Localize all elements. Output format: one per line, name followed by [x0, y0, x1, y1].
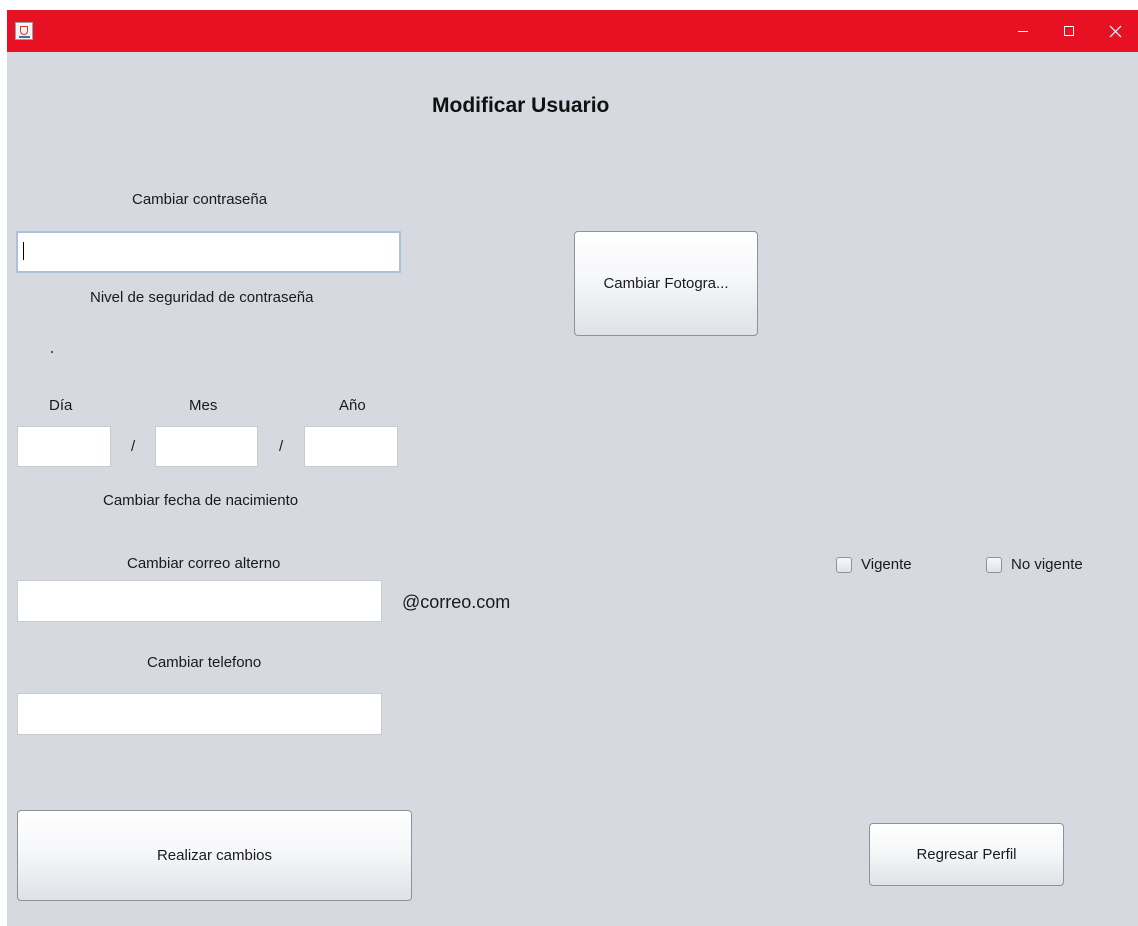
password-field[interactable] — [16, 231, 401, 273]
vigente-label[interactable]: Vigente — [861, 556, 912, 573]
java-app-icon — [15, 22, 33, 40]
email-field[interactable] — [17, 580, 382, 622]
minimize-icon — [1017, 25, 1029, 37]
phone-field[interactable] — [17, 693, 382, 735]
security-level-label: Nivel de seguridad de contraseña — [90, 289, 314, 306]
security-level-value — [51, 351, 53, 353]
no-vigente-label[interactable]: No vigente — [1011, 556, 1083, 573]
email-label: Cambiar correo alterno — [127, 555, 281, 572]
title-bar[interactable] — [7, 10, 1138, 52]
date-separator: / — [131, 438, 136, 455]
year-label: Año — [339, 397, 366, 414]
vigente-checkbox[interactable] — [836, 557, 852, 573]
password-label: Cambiar contraseña — [132, 191, 268, 208]
minimize-button[interactable] — [1000, 10, 1046, 52]
maximize-icon — [1063, 25, 1075, 37]
month-field[interactable] — [155, 426, 258, 467]
day-field[interactable] — [17, 426, 111, 467]
email-domain-suffix: @correo.com — [402, 592, 511, 612]
text-caret — [23, 242, 24, 260]
apply-changes-button[interactable]: Realizar cambios — [17, 810, 412, 901]
month-label: Mes — [189, 397, 218, 414]
change-photo-button[interactable]: Cambiar Fotogra... — [574, 231, 758, 336]
page-title: Modificar Usuario — [432, 94, 610, 117]
date-separator: / — [279, 438, 284, 455]
year-field[interactable] — [304, 426, 398, 467]
day-label: Día — [49, 397, 73, 414]
modify-user-window: Modificar Usuario Cambiar contraseña Niv… — [7, 10, 1138, 926]
maximize-button[interactable] — [1046, 10, 1092, 52]
phone-label: Cambiar telefono — [147, 654, 262, 671]
no-vigente-checkbox[interactable] — [986, 557, 1002, 573]
back-to-profile-button[interactable]: Regresar Perfil — [869, 823, 1064, 886]
close-icon — [1109, 25, 1122, 38]
birthdate-label: Cambiar fecha de nacimiento — [103, 492, 299, 509]
close-button[interactable] — [1092, 10, 1138, 52]
